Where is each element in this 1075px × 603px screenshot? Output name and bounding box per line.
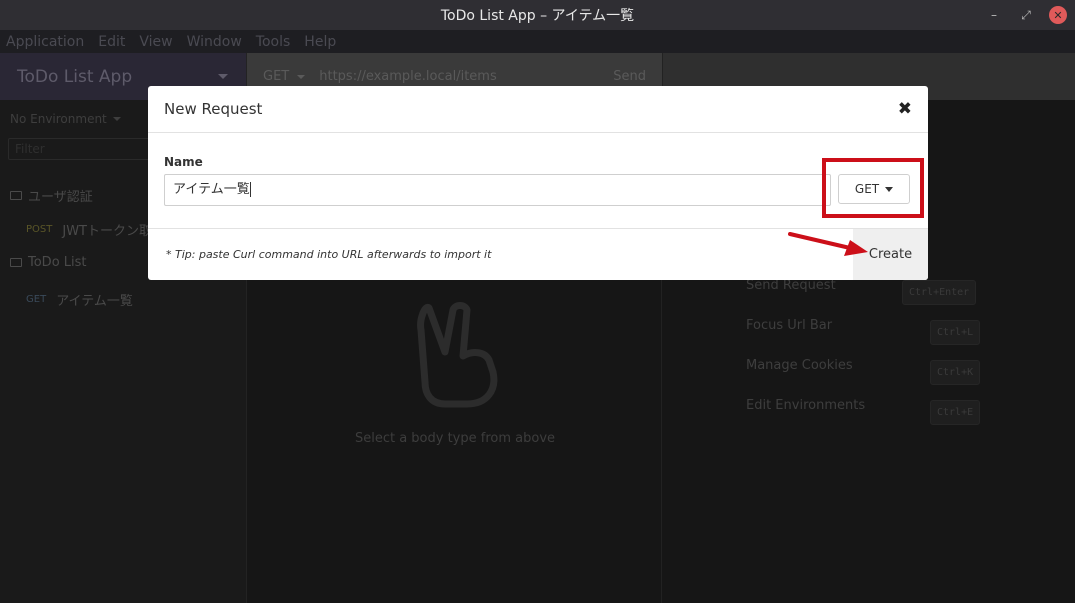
text-cursor — [249, 182, 251, 197]
send-button[interactable]: Send — [613, 69, 646, 84]
workspace-name: ToDo List App — [17, 66, 133, 87]
menu-tools[interactable]: Tools — [256, 34, 291, 50]
dialog-body: Name アイテム一覧 GET — [148, 133, 928, 229]
url-input[interactable]: https://example.local/items — [319, 69, 613, 84]
annotation-arrow-icon — [788, 232, 868, 256]
sidebar-folder-auth[interactable]: ユーザ認証 — [0, 186, 103, 205]
folder-label: ToDo List — [28, 255, 87, 270]
shortcut-manage-cookies: Manage Cookies — [746, 358, 853, 373]
folder-icon — [10, 258, 22, 267]
window-close-icon[interactable]: ✕ — [1049, 6, 1067, 24]
method-badge: POST — [26, 224, 53, 235]
restore-icon[interactable]: ⤢ — [1017, 6, 1035, 24]
sidebar-folder-todo[interactable]: ToDo List — [0, 255, 97, 270]
highlight-box — [822, 158, 924, 218]
dialog-title: New Request — [164, 100, 263, 118]
menu-help[interactable]: Help — [304, 34, 336, 50]
menu-application[interactable]: Application — [6, 34, 84, 50]
shortcut-key: Ctrl+E — [930, 400, 981, 425]
name-label: Name — [164, 155, 203, 169]
menu-edit[interactable]: Edit — [98, 34, 125, 50]
menu-window[interactable]: Window — [187, 34, 242, 50]
request-name-input[interactable]: アイテム一覧 — [164, 174, 831, 206]
title-bar: ToDo List App – アイテム一覧 – ⤢ ✕ — [0, 0, 1075, 30]
shortcut-send-request: Send Request — [746, 278, 836, 293]
shortcut-focus-url: Focus Url Bar — [746, 318, 833, 333]
window-controls: – ⤢ ✕ — [985, 6, 1067, 24]
folder-icon — [10, 191, 22, 200]
method-dropdown[interactable]: GET — [263, 69, 306, 84]
menu-bar: Application Edit View Window Tools Help — [0, 30, 1075, 53]
sidebar-request-jwt[interactable]: POST JWTトークン取 — [26, 220, 152, 239]
dialog-header: New Request ✖ — [148, 86, 928, 133]
chevron-down-icon — [112, 117, 121, 121]
environment-label: No Environment — [10, 112, 107, 126]
curl-tip: * Tip: paste Curl command into URL after… — [166, 248, 492, 261]
peace-hand-icon — [417, 302, 498, 408]
shortcut-edit-environments: Edit Environments — [746, 398, 866, 413]
shortcut-key: Ctrl+Enter — [902, 280, 977, 305]
minimize-icon[interactable]: – — [985, 6, 1003, 24]
request-name-value: アイテム一覧 — [173, 182, 250, 197]
request-label: JWTトークン取 — [62, 224, 152, 239]
chevron-down-icon — [218, 74, 228, 79]
close-icon[interactable]: ✖ — [898, 99, 912, 119]
menu-view[interactable]: View — [139, 34, 172, 50]
method-badge: GET — [26, 294, 47, 305]
chevron-down-icon — [297, 74, 306, 79]
method-label: GET — [263, 69, 290, 84]
sidebar-request-items[interactable]: GET アイテム一覧 — [26, 290, 133, 309]
folder-label: ユーザ認証 — [28, 190, 93, 205]
shortcut-key: Ctrl+K — [930, 360, 981, 385]
request-label: アイテム一覧 — [56, 294, 133, 309]
window-title: ToDo List App – アイテム一覧 — [440, 8, 635, 24]
body-type-hint: Select a body type from above — [354, 431, 556, 446]
shortcut-key: Ctrl+L — [930, 320, 981, 345]
